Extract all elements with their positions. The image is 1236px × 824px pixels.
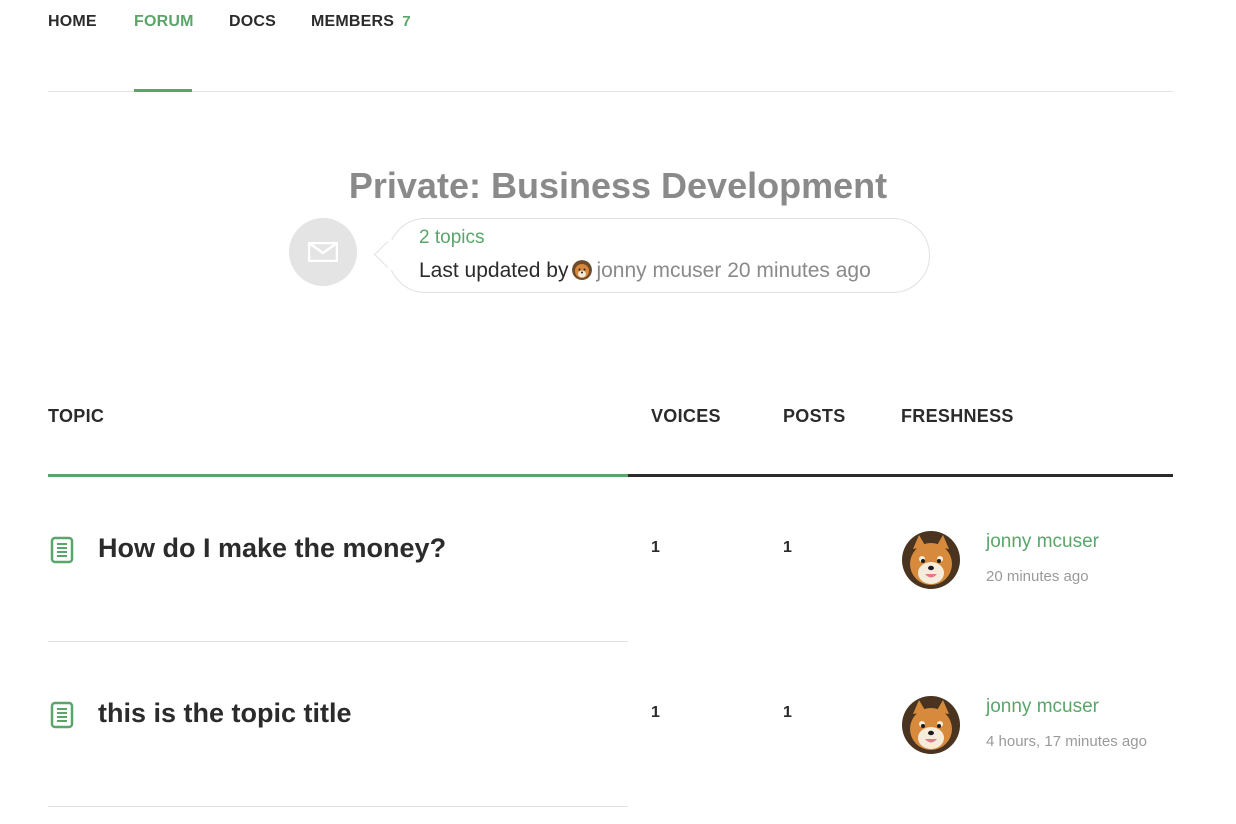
freshness-user-link[interactable]: jonny mcuser xyxy=(986,696,1099,718)
topic-title-link[interactable]: How do I make the money? xyxy=(98,533,446,564)
posts-count: 1 xyxy=(783,539,792,556)
nav-members[interactable]: MEMBERS 7 xyxy=(311,13,411,31)
forum-title: Private: Business Development xyxy=(348,165,888,206)
voices-count: 1 xyxy=(651,539,660,556)
column-header-topic: TOPIC xyxy=(48,406,105,426)
forum-avatar xyxy=(289,218,357,286)
user-avatar[interactable] xyxy=(902,696,960,754)
user-avatar-small[interactable] xyxy=(572,260,593,280)
row-divider xyxy=(48,806,628,807)
column-header-freshness: FRESHNESS xyxy=(901,406,1014,426)
row-divider xyxy=(48,641,628,642)
envelope-icon xyxy=(308,242,338,262)
user-avatar[interactable] xyxy=(902,531,960,589)
document-icon xyxy=(50,701,74,729)
members-count-badge: 7 xyxy=(402,13,411,30)
freshness-time-link[interactable]: 20 minutes ago xyxy=(986,568,1089,585)
last-updated-label: Last updated by xyxy=(419,259,569,282)
column-header-voices: VOICES xyxy=(651,406,721,426)
posts-count: 1 xyxy=(783,704,792,721)
nav-divider xyxy=(48,91,1173,92)
nav-active-indicator xyxy=(134,89,192,92)
last-updated-time-link[interactable]: 20 minutes ago xyxy=(727,259,871,282)
last-updated: Last updated by jonny mcuser 20 minutes … xyxy=(419,259,871,283)
column-header-posts: POSTS xyxy=(783,406,846,426)
voices-count: 1 xyxy=(651,704,660,721)
document-icon xyxy=(50,536,74,564)
last-updated-user-link[interactable]: jonny mcuser xyxy=(596,259,721,282)
topic-count-link[interactable]: 2 topics xyxy=(419,227,484,249)
nav-forum[interactable]: FORUM xyxy=(134,13,194,31)
nav-docs[interactable]: DOCS xyxy=(229,13,276,31)
nav-members-label: MEMBERS xyxy=(311,13,395,30)
topic-title-link[interactable]: this is the topic title xyxy=(98,698,352,729)
freshness-time-link[interactable]: 4 hours, 17 minutes ago xyxy=(986,733,1147,750)
freshness-user-link[interactable]: jonny mcuser xyxy=(986,531,1099,553)
table-header-accent-rule xyxy=(48,474,628,477)
nav-home[interactable]: HOME xyxy=(48,13,97,31)
